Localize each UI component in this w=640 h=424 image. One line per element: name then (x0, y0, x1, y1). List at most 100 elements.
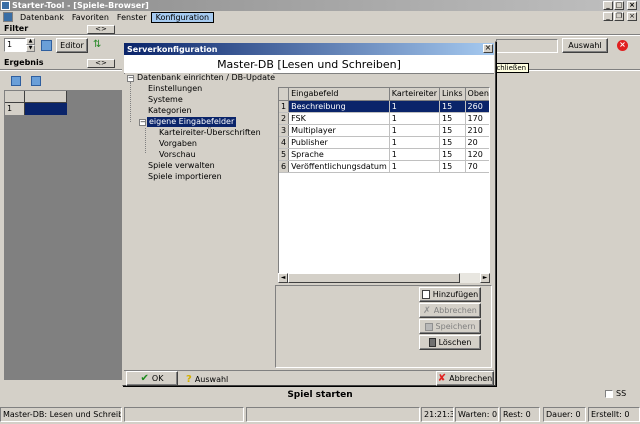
filter-table-icon[interactable] (41, 40, 52, 51)
cell-oben[interactable]: 20 (465, 136, 489, 149)
table-row[interactable]: 5 Sprache 1 15 120 (279, 148, 489, 161)
close-icon[interactable]: × (627, 1, 637, 10)
row-number[interactable]: 2 (279, 112, 290, 125)
filter-expression-field[interactable] (496, 39, 558, 53)
grid-horizontal-scrollbar[interactable]: ◄ ► (278, 273, 490, 283)
cell-oben[interactable]: 70 (465, 160, 489, 173)
editor-button-label: Editor (60, 41, 84, 50)
table-row[interactable]: 4 Publisher 1 15 20 (279, 136, 489, 149)
maximize-icon[interactable]: □ (614, 1, 624, 10)
mdi-restore-icon[interactable]: ❐ (614, 12, 624, 21)
menu-favoriten[interactable]: Favoriten (68, 12, 113, 23)
abort-button[interactable]: ✗ Abbrechen (419, 303, 481, 318)
add-field-button[interactable]: Hinzufügen (419, 287, 481, 302)
column-header-oben[interactable]: Oben (465, 88, 489, 101)
dialog-cancel-button[interactable]: ✘ Abbrechen (436, 371, 494, 386)
copy-icon[interactable] (11, 76, 21, 86)
cell-links[interactable]: 15 (439, 100, 466, 113)
cell-links[interactable]: 15 (439, 160, 466, 173)
cell-links[interactable]: 15 (439, 136, 466, 149)
minimize-icon[interactable]: _ (603, 1, 613, 10)
cell-karteireiter[interactable]: 1 (389, 112, 440, 125)
collapse-icon[interactable]: − (127, 75, 134, 82)
tree-item-spiele-verwalten[interactable]: Spiele verwalten (148, 161, 215, 171)
spin-down-icon[interactable]: ▼ (26, 45, 35, 52)
cell-eingabefeld[interactable]: Multiplayer (288, 124, 390, 137)
export-icon[interactable] (31, 76, 41, 86)
cell-karteireiter[interactable]: 1 (389, 124, 440, 137)
menu-datenbank[interactable]: Datenbank (16, 12, 68, 23)
ok-button[interactable]: ✔ OK (126, 371, 178, 386)
table-header-row: Eingabefeld Karteireiter Links Oben (279, 88, 489, 101)
tree-item-systeme[interactable]: Systeme (148, 95, 183, 105)
tree-item-vorschau[interactable]: Vorschau (159, 150, 196, 160)
tree-item-spiele-importieren[interactable]: Spiele importieren (148, 172, 222, 182)
result-grid[interactable]: 1 (4, 90, 124, 380)
mdi-close-icon[interactable]: × (627, 12, 637, 21)
row-number[interactable]: 6 (279, 160, 290, 173)
menu-fenster[interactable]: Fenster (113, 12, 151, 23)
table-row[interactable]: 2 FSK 1 15 170 (279, 112, 489, 125)
cell-oben[interactable]: 210 (465, 124, 489, 137)
tree-item-datenbank[interactable]: Datenbank einrichten / DB-Update (137, 73, 275, 83)
cell-eingabefeld[interactable]: Sprache (288, 148, 390, 161)
delete-button[interactable]: Löschen (419, 335, 481, 350)
column-header-karteireiter[interactable]: Karteireiter (389, 88, 440, 101)
table-row[interactable]: 1 Beschreibung 1 15 260 (279, 100, 489, 113)
tree-item-eigene-eingabefelder[interactable]: eigene Eingabefelder (147, 117, 237, 127)
menu-konfiguration[interactable]: Konfiguration (150, 11, 215, 23)
scroll-left-icon[interactable]: ◄ (278, 273, 288, 283)
column-header-links[interactable]: Links (439, 88, 466, 101)
collapse-icon[interactable]: − (139, 119, 146, 126)
tree-item-vorgaben[interactable]: Vorgaben (159, 139, 197, 149)
save-button[interactable]: Speichern (419, 319, 481, 334)
cell-karteireiter[interactable]: 1 (389, 136, 440, 149)
scroll-right-icon[interactable]: ► (480, 273, 490, 283)
cell-eingabefeld[interactable]: Beschreibung (288, 100, 390, 113)
filter-spin-input[interactable]: 1 (4, 38, 26, 52)
filter-collapse-button[interactable]: <> (87, 25, 115, 34)
cell-oben[interactable]: 260 (465, 100, 489, 113)
cell-oben[interactable]: 120 (465, 148, 489, 161)
refresh-icon[interactable]: ⇅ (93, 40, 103, 51)
fields-grid[interactable]: Eingabefeld Karteireiter Links Oben 1 Be… (278, 87, 490, 274)
mdi-minimize-icon[interactable]: _ (603, 12, 613, 21)
tree-item-kategorien[interactable]: Kategorien (148, 106, 192, 116)
cell-eingabefeld[interactable]: Veröffentlichungsdatum (288, 160, 390, 173)
cell-karteireiter[interactable]: 1 (389, 148, 440, 161)
ss-checkbox[interactable] (605, 390, 613, 398)
result-column-header[interactable] (25, 91, 67, 103)
column-header-eingabefeld[interactable]: Eingabefeld (288, 88, 390, 101)
row-number[interactable]: 4 (279, 136, 290, 149)
dialog-auswahl-button[interactable]: ? Auswahl (186, 373, 228, 385)
clear-filter-icon[interactable]: × (617, 40, 628, 51)
cell-eingabefeld[interactable]: Publisher (288, 136, 390, 149)
row-number[interactable]: 5 (279, 148, 290, 161)
row-number[interactable]: 1 (279, 100, 290, 113)
tree-item-einstellungen[interactable]: Einstellungen (148, 84, 202, 94)
status-time: 21:21:36 (421, 407, 454, 422)
cell-eingabefeld[interactable]: FSK (288, 112, 390, 125)
config-tree[interactable]: − Datenbank einrichten / DB-Update Einst… (125, 73, 275, 370)
start-game-button[interactable]: Spiel starten (0, 386, 640, 403)
editor-button[interactable]: Editor (56, 38, 88, 53)
cell-links[interactable]: 15 (439, 112, 466, 125)
auswahl-button[interactable]: Auswahl (562, 38, 608, 53)
scroll-thumb[interactable] (288, 273, 460, 283)
cell-links[interactable]: 15 (439, 148, 466, 161)
result-row-header[interactable]: 1 (5, 103, 25, 115)
ergebnis-collapse-button[interactable]: <> (87, 59, 115, 68)
table-row[interactable]: 3 Multiplayer 1 15 210 (279, 124, 489, 137)
tree-connector (130, 82, 131, 122)
row-number[interactable]: 3 (279, 124, 290, 137)
spin-up-icon[interactable]: ▲ (26, 38, 35, 45)
cell-karteireiter[interactable]: 1 (389, 100, 440, 113)
cell-oben[interactable]: 170 (465, 112, 489, 125)
cell-links[interactable]: 15 (439, 124, 466, 137)
cell-karteireiter[interactable]: 1 (389, 160, 440, 173)
tree-item-karteireiter[interactable]: Karteireiter-Überschriften (159, 128, 261, 138)
result-selected-cell[interactable] (25, 103, 67, 115)
table-row[interactable]: 6 Veröffentlichungsdatum 1 15 70 (279, 160, 489, 173)
dialog-close-icon[interactable]: × (483, 44, 493, 53)
document-icon[interactable] (3, 12, 13, 22)
